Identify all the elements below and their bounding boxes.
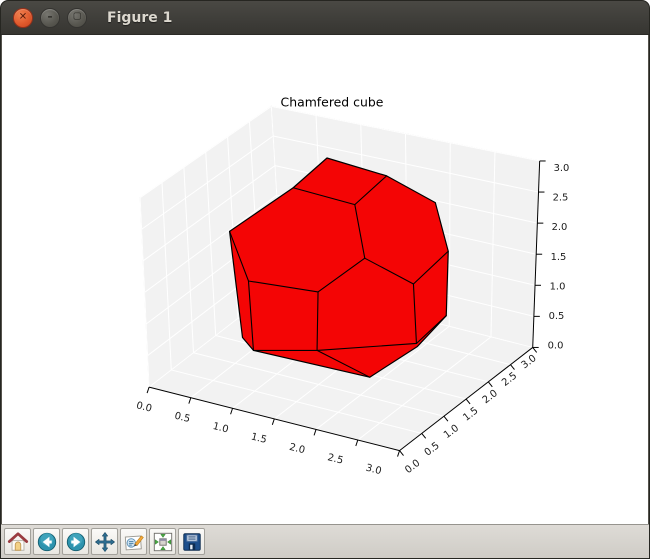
z-tick-label: 0.0 (548, 340, 564, 351)
x-tick-label: 2.5 (326, 452, 344, 466)
toolbar (1, 524, 649, 558)
z-tick-label: 3.0 (554, 163, 570, 174)
x-tick-mark (272, 419, 274, 425)
y-tick-mark (422, 433, 426, 438)
back-icon (36, 531, 58, 553)
y-tick-mark (488, 382, 492, 387)
forward-button[interactable] (62, 528, 89, 555)
minimize-button[interactable]: – (40, 8, 60, 28)
subplots-button[interactable] (149, 528, 176, 555)
y-tick-label: 0.5 (423, 440, 442, 458)
zoom-button[interactable] (120, 528, 147, 555)
pan-arrows-icon (94, 531, 116, 553)
y-tick-label: 2.0 (481, 388, 500, 406)
titlebar[interactable]: ✕ – ▢ Figure 1 (1, 1, 649, 35)
z-tick-label: 0.5 (549, 311, 565, 322)
y-tick-label: 1.5 (461, 405, 480, 423)
y-tick-label: 2.5 (500, 370, 519, 388)
z-tick-label: 2.0 (552, 222, 568, 233)
close-button[interactable]: ✕ (13, 8, 33, 28)
y-tick-mark (533, 347, 537, 352)
x-tick-label: 2.0 (288, 442, 306, 456)
close-icon: ✕ (19, 12, 27, 22)
x-tick-label: 1.0 (212, 421, 230, 435)
plot-title: Chamfered cube (281, 94, 384, 109)
figure-canvas[interactable]: 0.00.51.01.52.02.53.00.00.51.01.52.02.53… (1, 35, 649, 524)
home-button[interactable] (4, 528, 31, 555)
maximize-icon: ▢ (73, 13, 82, 22)
x-tick-mark (147, 387, 149, 393)
z-tick-label: 1.0 (550, 281, 566, 292)
save-icon (181, 531, 203, 553)
y-tick-mark (444, 416, 448, 421)
x-tick-mark (189, 398, 191, 404)
plot-3d: 0.00.51.01.52.02.53.00.00.51.01.52.02.53… (2, 35, 648, 524)
x-tick-label: 0.5 (173, 411, 191, 425)
y-tick-mark (511, 365, 515, 370)
zoom-rect-icon (123, 531, 145, 553)
minimize-icon: – (48, 12, 53, 22)
z-tick-label: 1.5 (551, 252, 567, 263)
forward-icon (65, 531, 87, 553)
save-button[interactable] (178, 528, 205, 555)
x-tick-mark (356, 440, 358, 446)
y-tick-label: 1.0 (442, 423, 461, 441)
x-tick-mark (231, 408, 233, 414)
window: ✕ – ▢ Figure 1 0.00.51.01.52.02.53.00.00… (0, 0, 650, 559)
y-tick-label: 0.0 (403, 458, 422, 476)
z-tick-label: 2.5 (553, 193, 569, 204)
x-tick-label: 3.0 (365, 463, 383, 477)
y-tick-mark (400, 451, 404, 456)
subplots-icon (152, 531, 174, 553)
y-tick-mark (466, 399, 470, 404)
x-tick-label: 1.5 (250, 431, 268, 445)
x-tick-label: 0.0 (135, 400, 153, 414)
window-title: Figure 1 (107, 10, 172, 26)
pan-button[interactable] (91, 528, 118, 555)
x-tick-mark (398, 451, 400, 457)
maximize-button[interactable]: ▢ (67, 8, 87, 28)
back-button[interactable] (33, 528, 60, 555)
home-icon (7, 531, 29, 553)
x-tick-mark (314, 429, 316, 435)
